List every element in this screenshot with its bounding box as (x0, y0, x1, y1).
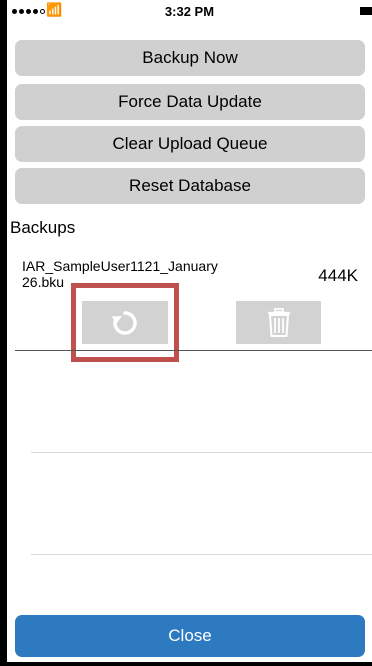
row-divider (31, 554, 372, 555)
row-divider (31, 452, 372, 453)
close-button[interactable]: Close (15, 615, 365, 657)
backup-file-size: 444K (318, 266, 358, 285)
reset-database-button[interactable]: Reset Database (15, 168, 365, 204)
row-divider (15, 350, 372, 351)
clear-upload-queue-button[interactable]: Clear Upload Queue (15, 126, 365, 162)
force-data-update-button[interactable]: Force Data Update (15, 84, 365, 120)
backups-section-title: Backups (10, 218, 76, 237)
backup-now-button[interactable]: Backup Now (15, 40, 365, 76)
delete-backup-button[interactable] (236, 301, 321, 344)
status-bar: 📶 3:32 PM (7, 0, 372, 22)
backup-screen: 📶 3:32 PM Backup Now Force Data Update C… (7, 0, 372, 662)
trash-icon (267, 307, 290, 337)
battery-icon (360, 7, 372, 15)
status-time: 3:32 PM (164, 4, 215, 19)
